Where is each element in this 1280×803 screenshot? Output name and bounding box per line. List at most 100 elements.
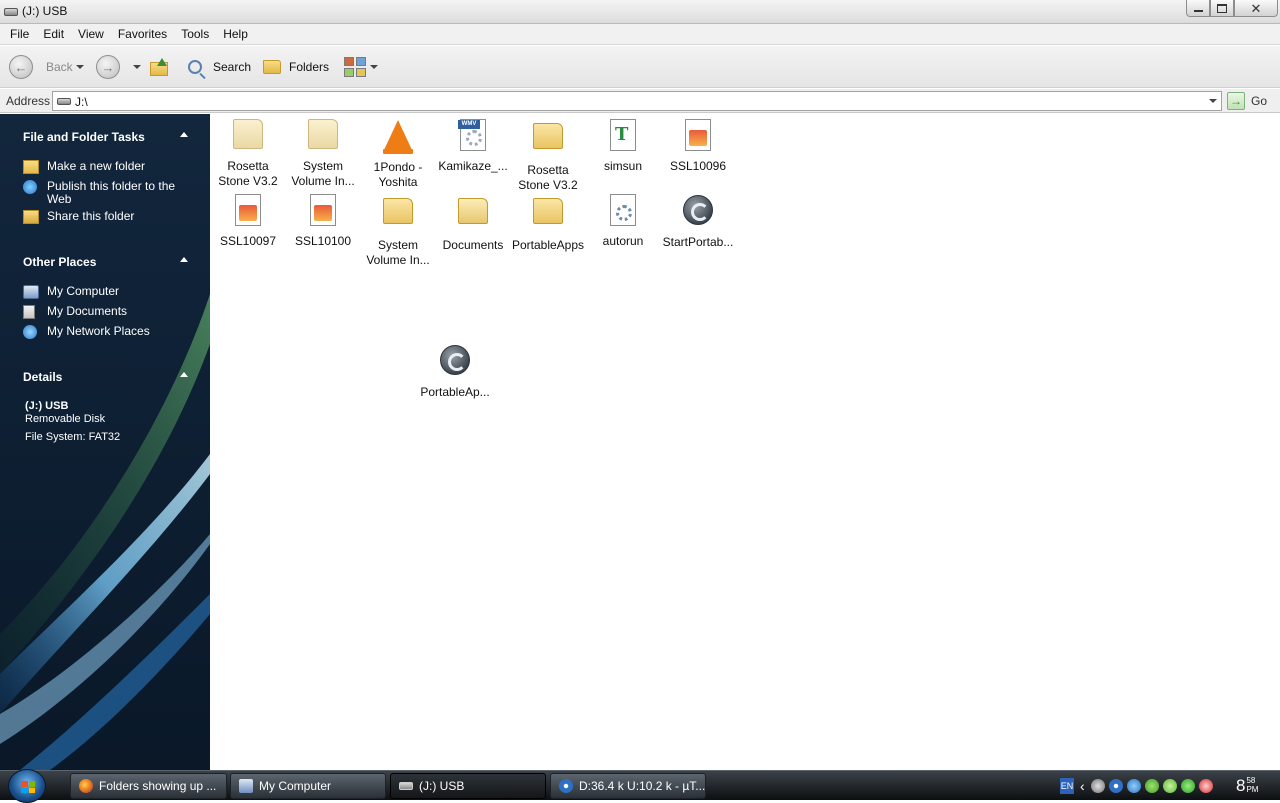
views-icon xyxy=(344,57,366,77)
details-filesystem: File System: FAT32 xyxy=(25,431,121,443)
usb-drive-icon xyxy=(57,98,71,105)
show-hidden-icons-icon[interactable]: ‹ xyxy=(1080,778,1085,794)
folders-label: Folders xyxy=(289,60,330,74)
file-item[interactable]: Rosetta Stone V3.2 xyxy=(510,118,586,193)
vlc-cone-icon xyxy=(381,120,415,154)
volume-icon[interactable] xyxy=(1144,779,1159,793)
menu-favorites[interactable]: Favorites xyxy=(112,24,173,45)
image-file-icon xyxy=(681,119,715,153)
taskbar-label: (J:) USB xyxy=(419,779,465,793)
file-view[interactable]: Rosetta Stone V3.2 System Volume In... 1Po… xyxy=(210,114,1280,770)
go-arrow-icon: → xyxy=(1227,92,1245,110)
taskbar-button-utorrent[interactable]: D:36.4 k U:10.2 k - µT... xyxy=(550,773,706,799)
place-label: My Computer xyxy=(47,284,120,298)
tray-app-icon[interactable] xyxy=(1180,779,1195,793)
forward-history-dropdown[interactable] xyxy=(133,53,141,81)
place-my-computer[interactable]: My Computer xyxy=(23,285,193,299)
taskbar-button-firefox[interactable]: Folders showing up ... xyxy=(70,773,227,799)
file-item[interactable]: T simsun xyxy=(585,118,661,174)
file-item[interactable]: SSL10097 xyxy=(210,193,286,249)
task-share-folder[interactable]: Share this folder xyxy=(23,210,193,224)
file-item[interactable]: Documents xyxy=(435,193,511,253)
go-button[interactable]: → Go xyxy=(1227,91,1267,111)
folder-icon xyxy=(306,119,340,153)
up-folder-button[interactable] xyxy=(150,53,170,81)
menu-tools[interactable]: Tools xyxy=(175,24,215,45)
back-history-dropdown[interactable] xyxy=(76,53,84,81)
task-publish-folder[interactable]: Publish this folder to the Web xyxy=(23,180,193,206)
language-indicator[interactable]: EN xyxy=(1060,778,1074,794)
utorrent-icon[interactable] xyxy=(1108,779,1123,793)
clock-ampm: PM xyxy=(1246,785,1259,794)
details-drive-type: Removable Disk xyxy=(25,413,106,425)
collapse-icon[interactable] xyxy=(180,257,188,262)
clock[interactable]: 8 58 PM xyxy=(1236,776,1258,796)
forward-arrow-icon: → xyxy=(96,55,120,79)
close-button[interactable]: ✕ xyxy=(1234,0,1278,17)
taskbar-button-my-computer[interactable]: My Computer xyxy=(230,773,386,799)
address-bar: Address J:\ → Go xyxy=(0,89,1280,113)
place-my-documents[interactable]: My Documents xyxy=(23,305,193,319)
file-item[interactable]: StartPortab... xyxy=(660,193,736,250)
details-drive-name: (J:) USB xyxy=(25,400,69,412)
menu-view[interactable]: View xyxy=(72,24,110,45)
usb-drive-icon xyxy=(4,8,18,16)
address-field[interactable]: J:\ xyxy=(52,91,1222,111)
menu-help[interactable]: Help xyxy=(217,24,254,45)
font-file-icon: T xyxy=(606,119,640,153)
address-dropdown-icon[interactable] xyxy=(1209,99,1217,103)
menu-bar: File Edit View Favorites Tools Help xyxy=(0,24,1280,45)
file-name: simsun xyxy=(603,159,642,173)
taskbar-label: Folders showing up ... xyxy=(99,779,217,793)
file-item[interactable]: PortableAp... xyxy=(417,343,493,400)
file-folder-tasks-title[interactable]: File and Folder Tasks xyxy=(23,130,145,144)
folder-icon xyxy=(531,123,565,157)
address-label: Address xyxy=(6,94,51,108)
settings-file-icon xyxy=(606,194,640,228)
system-tray: EN ‹ xyxy=(1060,775,1217,797)
forward-button[interactable]: → xyxy=(96,53,120,81)
chevron-down-icon xyxy=(76,65,84,69)
file-item[interactable]: PortableApps xyxy=(510,193,586,253)
file-name: System Volume In... xyxy=(291,159,355,188)
file-item[interactable]: SSL10096 xyxy=(660,118,736,174)
taskbar-button-usb[interactable]: (J:) USB xyxy=(390,773,546,799)
views-button[interactable] xyxy=(344,53,378,81)
file-item[interactable]: System Volume In... xyxy=(360,193,436,268)
messenger-icon[interactable] xyxy=(1162,779,1177,793)
file-name: Documents xyxy=(442,238,504,252)
publish-web-icon xyxy=(23,180,37,194)
tray-app-icon[interactable] xyxy=(1090,779,1105,793)
task-label: Share this folder xyxy=(47,209,135,223)
portableapps-icon xyxy=(438,345,472,379)
file-item[interactable]: System Volume In... xyxy=(285,118,361,189)
up-folder-icon xyxy=(150,58,170,76)
network-icon[interactable] xyxy=(1126,779,1141,793)
file-item[interactable]: autorun xyxy=(585,193,661,249)
search-label: Search xyxy=(213,60,252,74)
file-item[interactable]: Rosetta Stone V3.2 xyxy=(210,118,286,189)
menu-file[interactable]: File xyxy=(4,24,35,45)
details-title[interactable]: Details xyxy=(23,370,62,384)
image-file-icon xyxy=(306,194,340,228)
my-computer-icon xyxy=(23,285,39,299)
title-bar[interactable]: (J:) USB ✕ xyxy=(0,0,1280,24)
folders-button[interactable]: Folders xyxy=(263,53,329,81)
menu-edit[interactable]: Edit xyxy=(37,24,70,45)
maximize-button[interactable] xyxy=(1210,0,1234,17)
place-my-network-places[interactable]: My Network Places xyxy=(23,325,193,339)
task-label: Publish this folder to the Web xyxy=(47,179,176,206)
other-places-title[interactable]: Other Places xyxy=(23,255,96,269)
file-item[interactable]: SSL10100 xyxy=(285,193,361,249)
tray-app-icon[interactable] xyxy=(1198,779,1213,793)
file-item[interactable]: 1Pondo - Yoshita xyxy=(360,118,436,190)
start-button[interactable] xyxy=(8,769,46,803)
task-make-new-folder[interactable]: Make a new folder xyxy=(23,160,193,174)
file-name: Rosetta Stone V3.2 xyxy=(518,163,578,192)
collapse-icon[interactable] xyxy=(180,132,188,137)
back-button[interactable]: ← Back xyxy=(9,53,73,81)
minimize-button[interactable] xyxy=(1186,0,1210,17)
search-button[interactable]: Search xyxy=(188,53,251,81)
file-item[interactable]: WMV Kamikaze_... xyxy=(435,118,511,174)
collapse-icon[interactable] xyxy=(180,372,188,377)
